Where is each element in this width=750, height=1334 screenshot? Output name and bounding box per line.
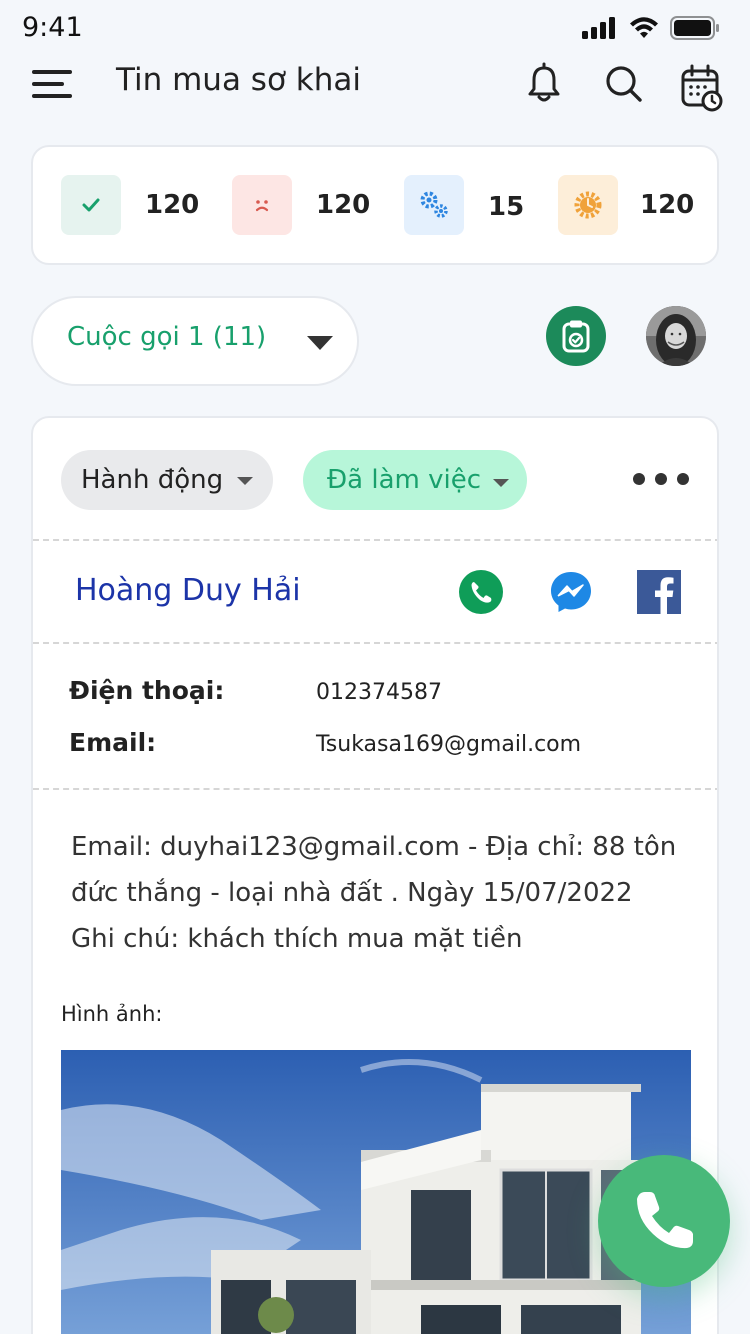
call-round-dropdown[interactable]: Cuộc gọi 1 (11) (31, 296, 359, 386)
clipboard-check-icon (562, 320, 590, 353)
divider (33, 788, 717, 790)
wifi-icon (630, 17, 658, 38)
phone-icon (637, 1192, 693, 1249)
email-label: Email: (69, 728, 157, 757)
stat-value: 120 (145, 190, 200, 220)
cellular-signal-icon (582, 17, 615, 39)
search-icon[interactable] (602, 62, 646, 106)
note-line: đức thắng - loại nhà đất . Ngày 15/07/20… (71, 878, 633, 908)
images-label: Hình ảnh: (61, 1002, 163, 1026)
stats-card: 120 120 15 120 (31, 145, 719, 265)
bell-icon[interactable] (522, 62, 566, 106)
phone-label: Điện thoại: (69, 676, 225, 705)
page-title: Tin mua sơ khai (116, 62, 361, 98)
stat-value: 120 (316, 190, 371, 220)
battery-icon (670, 16, 719, 40)
divider (33, 539, 717, 541)
more-options-icon[interactable] (633, 473, 689, 485)
menu-icon[interactable] (32, 66, 76, 102)
facebook-icon[interactable] (637, 570, 681, 614)
status-dropdown[interactable]: Đã làm việc (303, 450, 527, 510)
avatar[interactable] (646, 306, 706, 366)
sad-face-icon (232, 175, 292, 235)
calendar-clock-icon[interactable] (680, 64, 724, 114)
action-dropdown[interactable]: Hành động (61, 450, 273, 510)
phone-value[interactable]: 012374587 (316, 680, 442, 705)
status-dropdown-label: Đã làm việc (327, 465, 481, 495)
email-value[interactable]: Tsukasa169@gmail.com (316, 732, 581, 757)
check-icon (61, 175, 121, 235)
note-line: Email: duyhai123@gmail.com - Địa chỉ: 88… (71, 832, 677, 862)
gears-icon (404, 175, 464, 235)
call-round-label: Cuộc gọi 1 (11) (67, 322, 267, 352)
note-text: Email: duyhai123@gmail.com - Địa chỉ: 88… (71, 824, 683, 962)
chevron-down-icon (237, 477, 253, 485)
note-line: Ghi chú: khách thích mua mặt tiền (71, 924, 523, 954)
messenger-icon[interactable] (549, 570, 593, 614)
app-header: Tin mua sơ khai (0, 56, 750, 116)
stat-pending[interactable]: 120 (558, 175, 694, 235)
stat-value: 120 (640, 190, 695, 220)
chevron-down-icon (493, 479, 509, 487)
stat-value: 15 (488, 192, 525, 222)
clipboard-check-button[interactable] (546, 306, 606, 366)
phone-call-icon[interactable] (459, 570, 503, 614)
sun-gear-icon (558, 175, 618, 235)
status-icons (582, 16, 720, 40)
divider (33, 642, 717, 644)
call-fab-button[interactable] (598, 1155, 730, 1287)
chevron-down-icon (307, 336, 333, 350)
stat-processing[interactable]: 15 (404, 175, 524, 235)
property-photo[interactable] (61, 1050, 691, 1334)
stat-completed[interactable]: 120 (61, 175, 199, 235)
contact-name[interactable]: Hoàng Duy Hải (75, 573, 301, 608)
status-bar: 9:41 (0, 0, 750, 56)
status-time: 9:41 (22, 12, 83, 43)
action-dropdown-label: Hành động (81, 465, 224, 495)
stat-unhappy[interactable]: 120 (232, 175, 370, 235)
